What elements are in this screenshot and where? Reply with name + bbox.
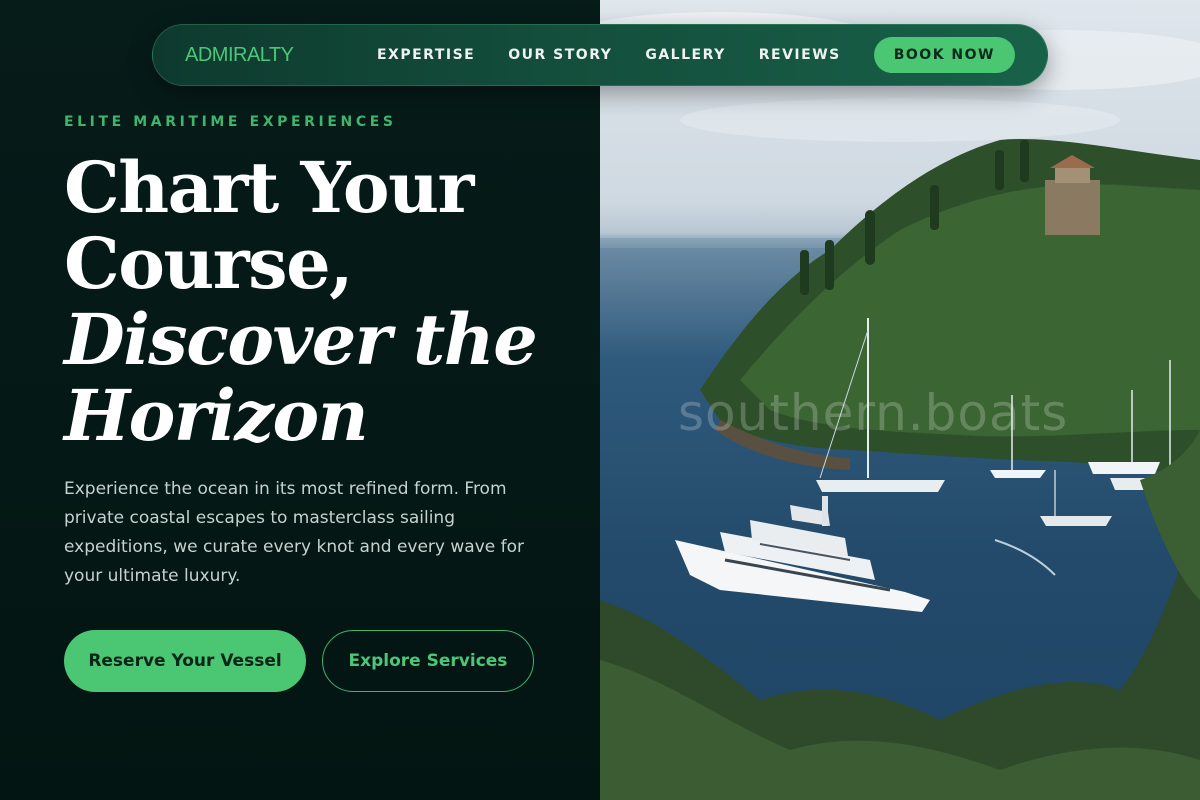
reserve-vessel-button[interactable]: Reserve Your Vessel [64,630,306,692]
nav-link-gallery[interactable]: GALLERY [645,47,725,63]
book-now-button[interactable]: BOOK NOW [873,37,1015,73]
hero-left-panel: ELITE MARITIME EXPERIENCES Chart Your Co… [0,0,600,800]
headline-line-3: Discover the [64,298,538,381]
headline-line-4: Horizon [64,374,369,457]
nav-link-reviews[interactable]: REVIEWS [759,47,841,63]
main-navigation: ADMIRALTY EXPERTISE OUR STORY GALLERY RE… [152,24,1048,86]
headline-line-1: Chart Your [64,146,474,229]
hero-description: Experience the ocean in its most refined… [64,479,524,586]
nav-links: EXPERTISE OUR STORY GALLERY REVIEWS BOOK… [377,37,1015,73]
explore-services-button[interactable]: Explore Services [322,630,534,692]
brand-logo[interactable]: ADMIRALTY [185,44,294,67]
photo-watermark: southern.boats [678,384,1069,442]
nav-link-expertise[interactable]: EXPERTISE [377,47,475,63]
hero-headline: Chart Your Course, Discover the Horizon [64,150,584,454]
headline-line-2: Course, [64,222,354,305]
nav-link-our-story[interactable]: OUR STORY [508,47,612,63]
hero-eyebrow: ELITE MARITIME EXPERIENCES [64,114,397,130]
hero-photo: southern.boats [600,0,1200,800]
